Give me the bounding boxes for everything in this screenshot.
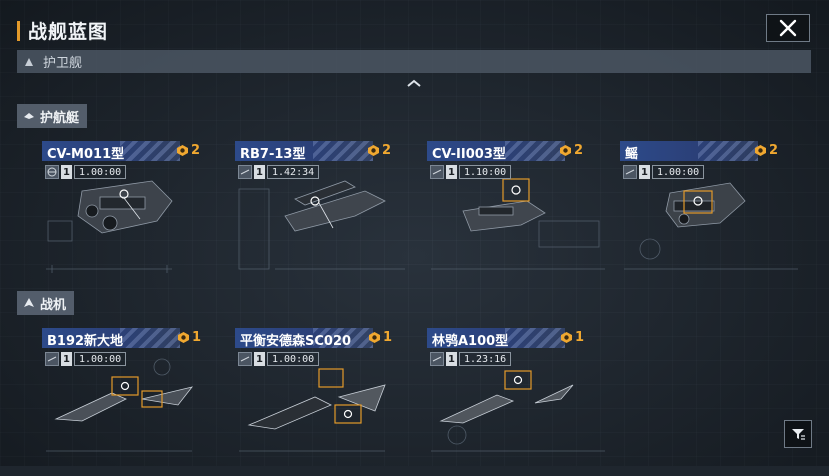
category-tab[interactable]: 护卫舰 xyxy=(17,50,811,73)
blueprint-ship-image xyxy=(46,358,194,452)
close-icon xyxy=(779,19,797,37)
blueprint-count: 2 xyxy=(559,143,583,158)
count-value: 2 xyxy=(769,143,779,158)
collapse-triangle-icon xyxy=(25,57,33,66)
blueprint-token-icon xyxy=(177,145,188,156)
blueprint-count: 1 xyxy=(177,330,201,345)
card-title-bar: RB7-13型 xyxy=(235,141,373,161)
count-value: 1 xyxy=(383,330,393,345)
ratio-number: 1 xyxy=(61,352,72,366)
header: 战舰蓝图 xyxy=(17,17,108,44)
blueprint-count: 1 xyxy=(560,330,584,345)
count-value: 2 xyxy=(574,143,584,158)
ratio-number: 1 xyxy=(446,352,457,366)
category-label: 护卫舰 xyxy=(43,56,83,71)
ratio-value: 1.42:34 xyxy=(267,165,320,179)
blueprint-count: 2 xyxy=(754,143,778,158)
ratio-number: 1 xyxy=(61,165,72,179)
blueprint-count: 1 xyxy=(368,330,392,345)
blueprint-token-icon xyxy=(369,332,380,343)
filter-icon xyxy=(792,429,805,440)
filter-button[interactable] xyxy=(784,420,812,448)
ship-card[interactable]: 鳐 2 1 1.00:00 xyxy=(620,141,806,289)
ship-card[interactable]: RB7-13型 2 1 1.42:34 xyxy=(235,141,421,289)
blueprint-ship-image xyxy=(239,368,386,452)
section-tag-escort: 护航艇 xyxy=(17,104,88,128)
count-value: 1 xyxy=(192,330,202,345)
ship-card[interactable]: 林鸮A100型 1 1 1.23:16 xyxy=(427,328,613,476)
ship-type-icon xyxy=(238,352,252,366)
ratio-value: 1.23:16 xyxy=(459,352,512,366)
blueprint-token-icon xyxy=(755,145,766,156)
ratio-value: 1.00:00 xyxy=(652,165,705,179)
card-title-bar: 鳐 xyxy=(620,141,758,161)
ship-card[interactable]: B192新大地 1 1 1.00:00 xyxy=(42,328,228,476)
count-value: 2 xyxy=(191,143,201,158)
header-accent xyxy=(17,20,20,41)
blueprint-count: 2 xyxy=(176,143,200,158)
ratio-row: 1 1.00:00 xyxy=(623,165,705,179)
ratio-row: 1 1.42:34 xyxy=(238,165,320,179)
section-label: 战机 xyxy=(40,297,67,313)
card-title-bar: CV-M011型 xyxy=(42,141,180,161)
ship-card[interactable]: CV-M011型 2 1 1.00:00 xyxy=(42,141,228,289)
blueprint-count: 2 xyxy=(367,143,391,158)
ratio-row: 1 1.23:16 xyxy=(430,352,512,366)
ratio-value: 1.00:00 xyxy=(74,352,127,366)
ratio-row: 1 1.00:00 xyxy=(45,352,127,366)
ship-type-icon xyxy=(623,165,637,179)
ratio-row: 1 1.00:00 xyxy=(238,352,320,366)
ship-name: 平衡安德森SC020 xyxy=(240,334,352,348)
blueprint-token-icon xyxy=(178,332,189,343)
blueprint-ship-image xyxy=(624,182,798,270)
globe-icon xyxy=(45,165,59,179)
ratio-value: 1.00:00 xyxy=(74,165,127,179)
ship-name: 鳐 xyxy=(625,147,639,161)
card-title-bar: B192新大地 xyxy=(42,328,180,348)
chevron-up-icon[interactable] xyxy=(406,78,422,88)
ship-name: CV-II003型 xyxy=(432,147,506,161)
section-tag-fighter: 战机 xyxy=(17,291,75,315)
escort-class-icon xyxy=(24,113,34,119)
ratio-number: 1 xyxy=(254,165,265,179)
card-title-bar: 林鸮A100型 xyxy=(427,328,565,348)
ship-name: CV-M011型 xyxy=(47,147,125,161)
blueprint-ship-image xyxy=(238,180,405,270)
fighter-class-icon xyxy=(24,298,34,307)
ship-name: B192新大地 xyxy=(47,334,124,348)
ratio-number: 1 xyxy=(639,165,650,179)
blueprint-token-icon xyxy=(368,145,379,156)
ratio-row: 1 1.00:00 xyxy=(45,165,127,179)
blueprint-ship-image xyxy=(431,370,605,452)
ratio-row: 1 1.10:00 xyxy=(430,165,512,179)
ratio-number: 1 xyxy=(254,352,265,366)
blueprint-token-icon xyxy=(560,145,571,156)
card-title-bar: 平衡安德森SC020 xyxy=(235,328,373,348)
ratio-value: 1.10:00 xyxy=(459,165,512,179)
blueprint-token-icon xyxy=(561,332,572,343)
page-title: 战舰蓝图 xyxy=(28,21,109,43)
ship-type-icon xyxy=(238,165,252,179)
ship-name: 林鸮A100型 xyxy=(432,334,509,348)
blueprint-ship-image xyxy=(431,178,605,270)
blueprint-ship-image xyxy=(46,180,173,273)
ship-type-icon xyxy=(430,165,444,179)
ship-type-icon xyxy=(430,352,444,366)
ship-card[interactable]: CV-II003型 2 1 1.10:00 xyxy=(427,141,613,289)
ship-type-icon xyxy=(45,352,59,366)
ship-name: RB7-13型 xyxy=(240,147,306,161)
ratio-number: 1 xyxy=(446,165,457,179)
close-button[interactable] xyxy=(766,14,810,42)
count-value: 1 xyxy=(575,330,585,345)
count-value: 2 xyxy=(382,143,392,158)
card-title-bar: CV-II003型 xyxy=(427,141,565,161)
section-label: 护航艇 xyxy=(40,110,80,126)
ratio-value: 1.00:00 xyxy=(267,352,320,366)
ship-card[interactable]: 平衡安德森SC020 1 1 1.00:00 xyxy=(235,328,421,476)
